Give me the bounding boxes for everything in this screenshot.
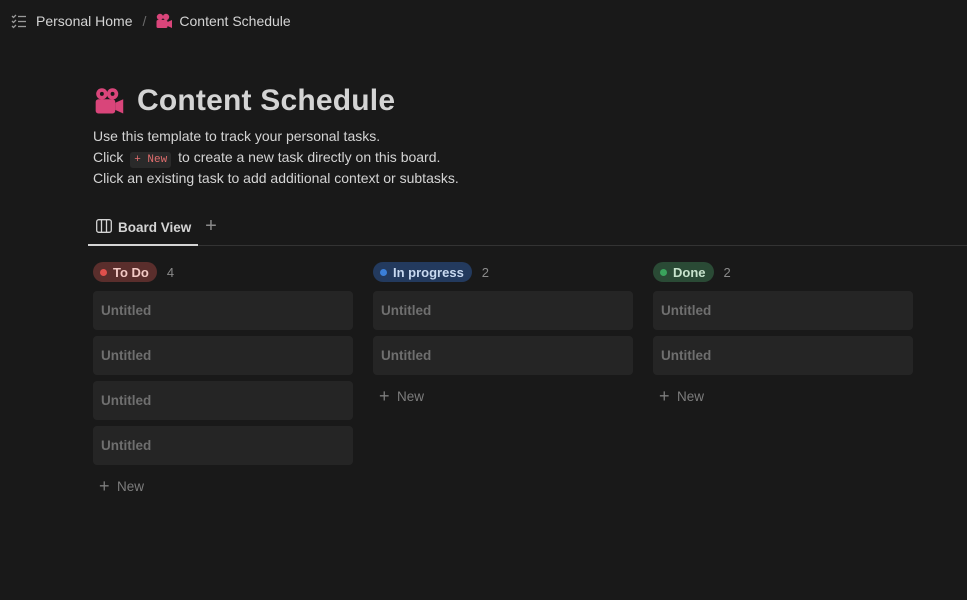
description-line: Click + New to create a new task directl…	[93, 147, 459, 168]
column-to-do: To Do 4 Untitled Untitled Untitled Untit…	[93, 261, 353, 501]
column-count: 2	[481, 264, 490, 280]
column-label: Done	[673, 264, 706, 280]
board-card[interactable]: Untitled	[653, 291, 913, 330]
board-card[interactable]: Untitled	[93, 291, 353, 330]
kanban-board: To Do 4 Untitled Untitled Untitled Untit…	[93, 261, 913, 501]
new-label: New	[117, 478, 145, 494]
column-label: To Do	[113, 264, 149, 280]
page-title[interactable]: Content Schedule	[137, 84, 395, 118]
board-card[interactable]: Untitled	[653, 336, 913, 375]
description-text: to create a new task directly on this bo…	[178, 149, 441, 165]
plus-icon: +	[379, 386, 390, 406]
status-badge[interactable]: To Do	[93, 262, 157, 282]
page-header: Content Schedule Use this template to tr…	[93, 84, 459, 189]
inline-code-new: + New	[130, 152, 172, 168]
new-card-button[interactable]: + New	[653, 381, 913, 411]
breadcrumb-home-label: Personal Home	[36, 13, 133, 29]
breadcrumb-page[interactable]: Content Schedule	[155, 12, 291, 30]
breadcrumb-separator: /	[142, 13, 147, 29]
status-dot-icon	[100, 268, 107, 276]
tab-board-view[interactable]: Board View	[88, 210, 198, 246]
board-view-icon	[96, 218, 112, 236]
board-card[interactable]: Untitled	[93, 426, 353, 465]
board-card[interactable]: Untitled	[373, 336, 633, 375]
column-count: 2	[723, 264, 731, 280]
status-badge[interactable]: Done	[653, 262, 714, 282]
breadcrumb-page-label: Content Schedule	[179, 13, 291, 29]
tab-label: Board View	[118, 219, 192, 235]
column-in-progress: In progress 2 Untitled Untitled + New	[373, 261, 633, 501]
new-card-button[interactable]: + New	[373, 381, 633, 411]
new-label: New	[677, 388, 705, 404]
view-tabs: Board View +	[88, 210, 967, 246]
movie-camera-icon[interactable]	[93, 85, 125, 117]
description-line: Click an existing task to add additional…	[93, 170, 459, 186]
movie-camera-icon	[155, 12, 173, 30]
column-done: Done 2 Untitled Untitled + New	[653, 261, 913, 501]
column-count: 4	[166, 264, 175, 280]
new-label: New	[397, 388, 425, 404]
checklist-icon[interactable]	[10, 12, 28, 30]
description-line: Use this template to track your personal…	[93, 128, 381, 144]
new-card-button[interactable]: + New	[93, 471, 353, 501]
board-card[interactable]: Untitled	[373, 291, 633, 330]
board-card[interactable]: Untitled	[93, 336, 353, 375]
breadcrumb: Personal Home / Content Schedule	[0, 0, 967, 42]
plus-icon: +	[99, 476, 110, 496]
status-dot-icon	[660, 268, 667, 276]
board-card[interactable]: Untitled	[93, 381, 353, 420]
description-text: Click	[93, 149, 124, 165]
plus-icon: +	[659, 386, 670, 406]
status-badge[interactable]: In progress	[373, 262, 472, 282]
page-description: Use this template to track your personal…	[93, 126, 459, 189]
breadcrumb-home[interactable]: Personal Home	[36, 13, 133, 29]
status-dot-icon	[380, 268, 387, 276]
add-view-button[interactable]: +	[202, 216, 220, 237]
column-label: In progress	[393, 264, 464, 280]
